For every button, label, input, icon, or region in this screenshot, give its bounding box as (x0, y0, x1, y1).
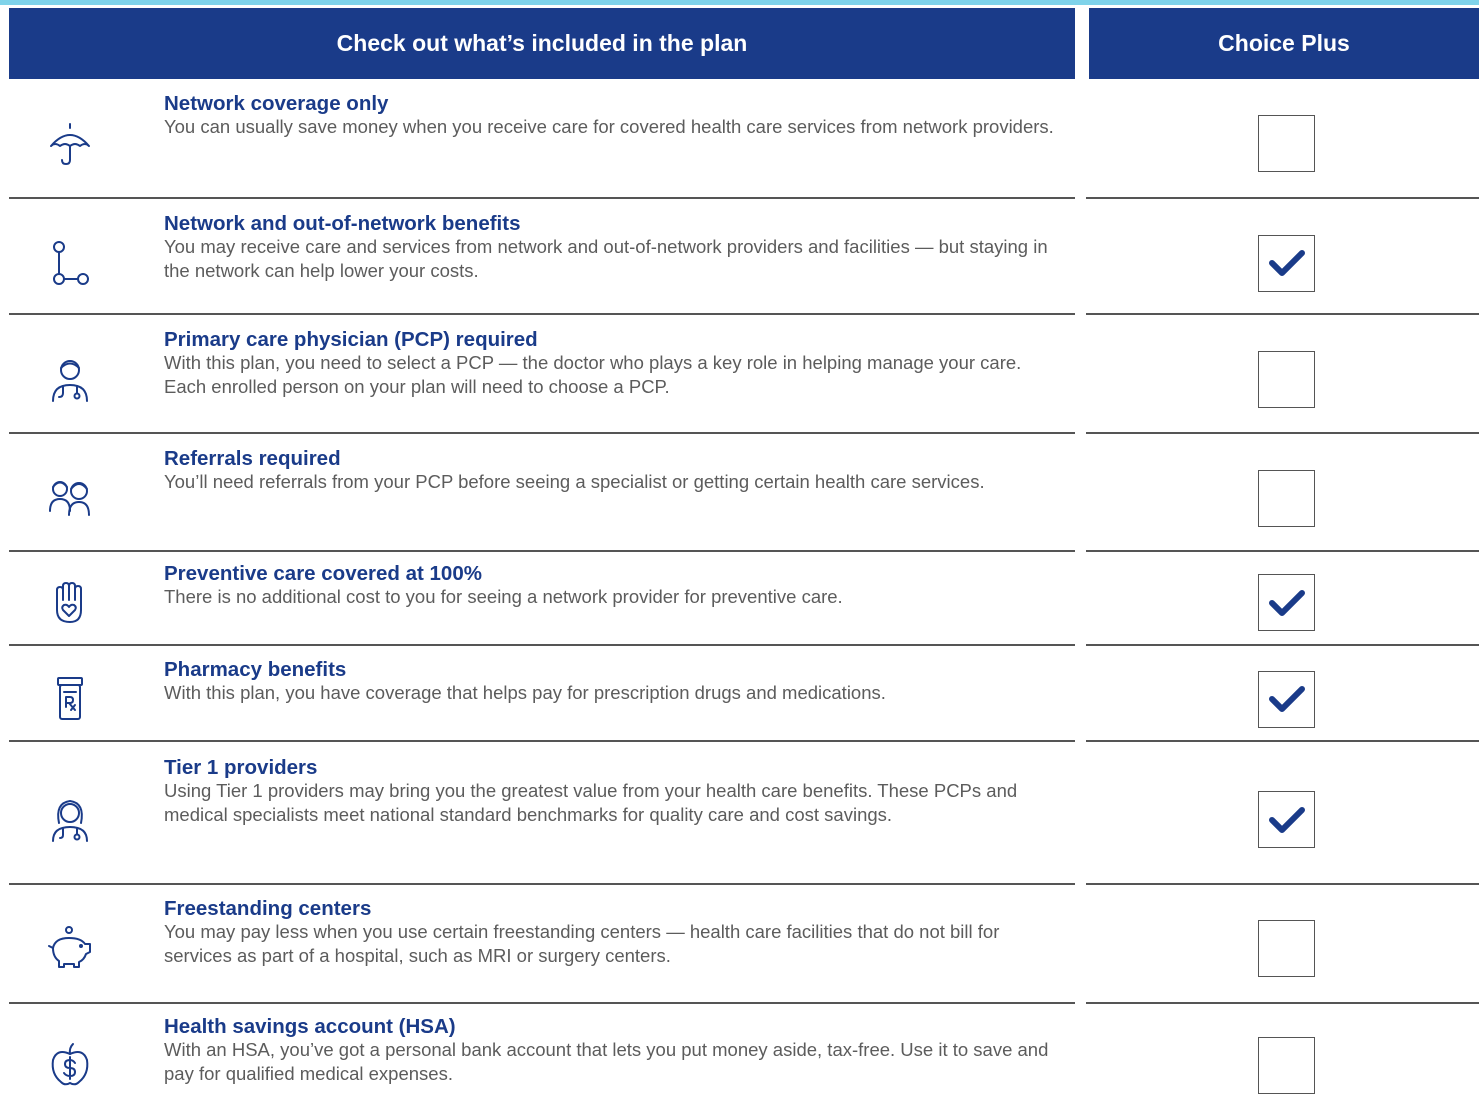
feature-description: Using Tier 1 providers may bring you the… (164, 780, 1018, 825)
female-doctor-icon (40, 790, 100, 850)
plan-inclusion-checkbox[interactable] (1258, 670, 1315, 728)
top-accent-rule (0, 0, 1479, 5)
plan-inclusion-checkbox[interactable] (1258, 234, 1315, 292)
feature-title: Network coverage only (164, 92, 389, 115)
checkmark-icon (1268, 686, 1305, 712)
row-divider (9, 1002, 1075, 1004)
feature-text: Tier 1 providers Using Tier 1 providers m… (164, 757, 1064, 827)
plan-inclusion-checkbox[interactable] (1258, 469, 1315, 527)
row-divider (1086, 550, 1479, 552)
plan-header-title: Choice Plus (1218, 30, 1350, 56)
row-divider (9, 550, 1075, 552)
row-divider (1086, 313, 1479, 315)
feature-title: Preventive care covered at 100% (164, 562, 482, 585)
feature-title: Network and out-of-network benefits (164, 212, 521, 235)
features-header-title: Check out what’s included in the plan (336, 30, 748, 56)
features-column-header: Check out what’s included in the plan (9, 8, 1075, 79)
feature-text: Network and out-of-network benefits You m… (164, 213, 1064, 283)
row-divider (1086, 1002, 1479, 1004)
piggy-bank-icon (40, 919, 100, 979)
row-divider (1086, 644, 1479, 646)
feature-title: Health savings account (HSA) (164, 1015, 456, 1038)
hand-heart-icon (40, 573, 100, 633)
row-divider (9, 197, 1075, 199)
row-divider (9, 644, 1075, 646)
feature-text: Network coverage only You can usually sav… (164, 93, 1064, 139)
feature-description: With this plan, you need to select a PCP… (164, 352, 1022, 397)
row-divider (9, 883, 1075, 885)
plan-inclusion-checkbox[interactable] (1258, 1036, 1315, 1094)
feature-row: Tier 1 providers Using Tier 1 providers m… (0, 757, 1479, 882)
feature-description: You’ll need referrals from your PCP befo… (164, 471, 985, 492)
feature-description: With this plan, you have coverage that h… (164, 682, 886, 703)
plan-inclusion-checkbox[interactable] (1258, 351, 1315, 408)
feature-row: Pharmacy benefits With this plan, you hav… (0, 659, 1479, 739)
feature-row: Network and out-of-network benefits You m… (0, 213, 1479, 313)
feature-text: Primary care physician (PCP) required Wit… (164, 329, 1064, 399)
row-divider (9, 432, 1075, 434)
feature-description: With an HSA, you’ve got a personal bank … (164, 1039, 1049, 1084)
doctor-icon (40, 350, 100, 410)
feature-description: You can usually save money when you rece… (164, 116, 1054, 137)
referral-people-icon (40, 468, 100, 528)
row-divider (9, 740, 1075, 742)
feature-row: Primary care physician (PCP) required Wit… (0, 329, 1479, 430)
route-icon (40, 233, 100, 293)
feature-text: Preventive care covered at 100% There is … (164, 563, 1064, 609)
row-divider (9, 313, 1075, 315)
apple-dollar-icon (40, 1035, 100, 1095)
feature-row: Preventive care covered at 100% There is … (0, 563, 1479, 642)
umbrella-icon (40, 113, 100, 173)
feature-title: Pharmacy benefits (164, 658, 347, 681)
plan-inclusion-checkbox[interactable] (1258, 574, 1315, 631)
checkmark-icon (1268, 806, 1305, 833)
row-divider (1086, 740, 1479, 742)
feature-description: You may receive care and services from n… (164, 236, 1048, 281)
feature-text: Pharmacy benefits With this plan, you hav… (164, 659, 1064, 705)
feature-row: Network coverage only You can usually sav… (0, 93, 1479, 193)
feature-title: Primary care physician (PCP) required (164, 328, 538, 351)
feature-description: You may pay less when you use certain fr… (164, 921, 1000, 966)
row-divider (1086, 197, 1479, 199)
plan-inclusion-checkbox[interactable] (1258, 114, 1315, 172)
plan-column-header: Choice Plus (1089, 8, 1479, 79)
feature-title: Tier 1 providers (164, 756, 318, 779)
row-divider (1086, 432, 1479, 434)
feature-text: Referrals required You’ll need referrals … (164, 448, 1064, 494)
feature-description: There is no additional cost to you for s… (164, 586, 843, 607)
feature-text: Health savings account (HSA) With an HSA,… (164, 1016, 1064, 1086)
plan-inclusion-checkbox[interactable] (1258, 791, 1315, 848)
feature-row: Health savings account (HSA) With an HSA,… (0, 1016, 1479, 1114)
checkmark-icon (1268, 589, 1305, 616)
feature-title: Referrals required (164, 447, 341, 470)
prescription-bottle-icon (40, 669, 100, 729)
feature-text: Freestanding centers You may pay less whe… (164, 898, 1064, 968)
feature-row: Referrals required You’ll need referrals … (0, 448, 1479, 548)
feature-row: Freestanding centers You may pay less whe… (0, 898, 1479, 999)
feature-title: Freestanding centers (164, 897, 372, 920)
row-divider (1086, 883, 1479, 885)
checkmark-icon (1268, 250, 1305, 276)
plan-inclusion-checkbox[interactable] (1258, 920, 1315, 977)
